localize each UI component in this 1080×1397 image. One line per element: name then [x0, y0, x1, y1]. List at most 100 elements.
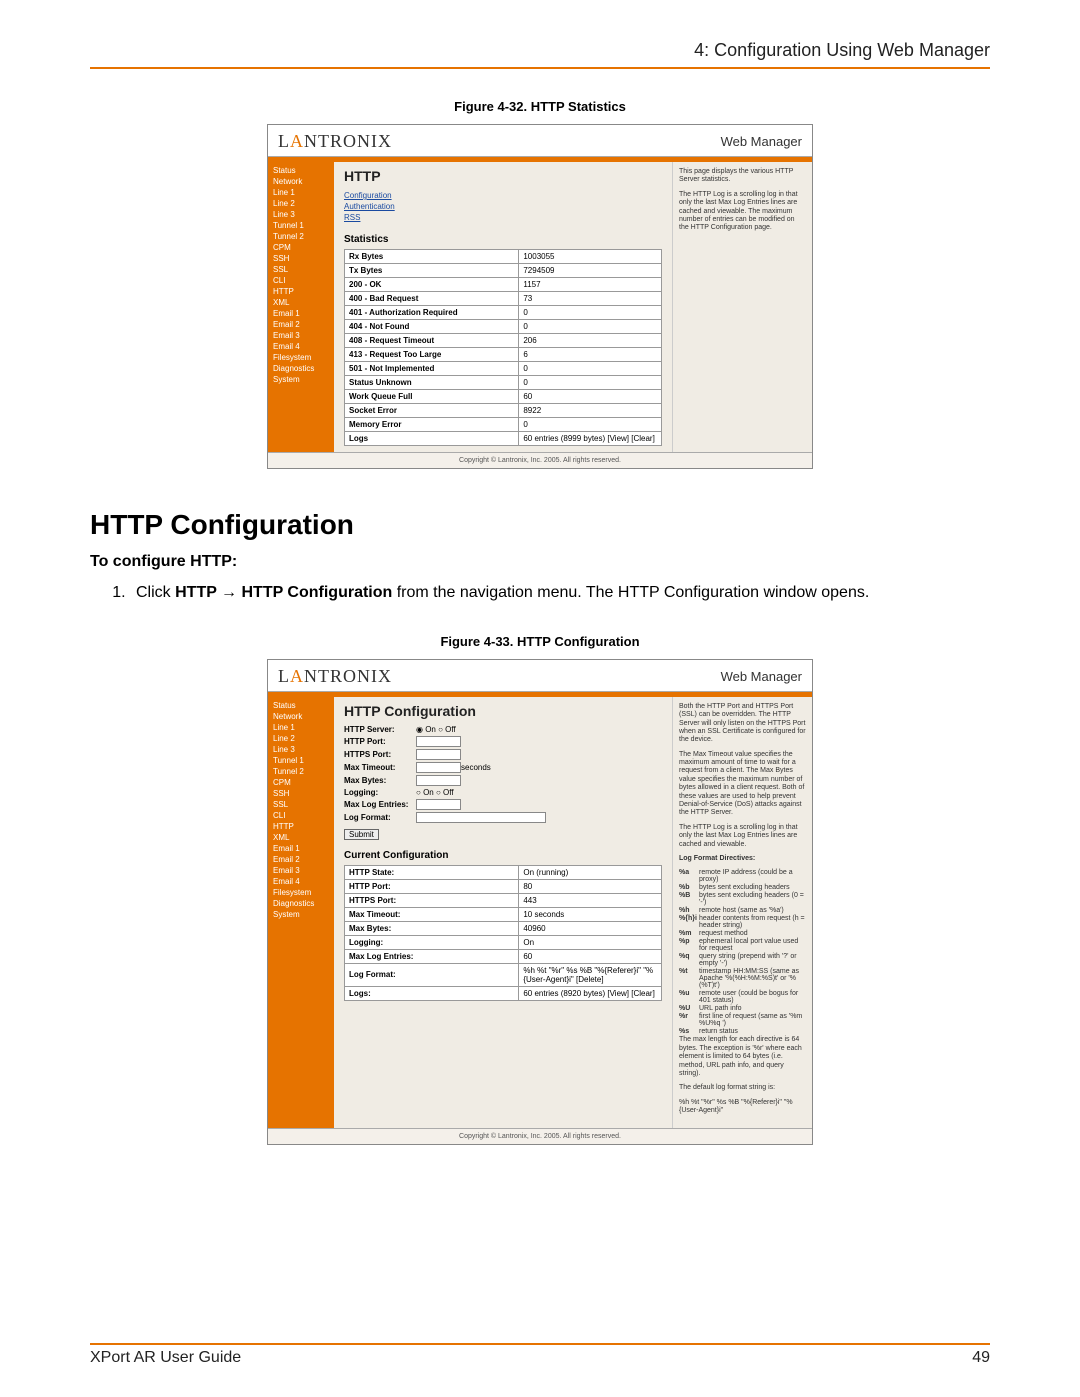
sidebar-item[interactable]: CPM [268, 777, 334, 788]
sidebar-item[interactable]: HTTP [268, 821, 334, 832]
table-row: HTTP Port:80 [345, 879, 662, 893]
submit-button[interactable]: Submit [344, 829, 379, 840]
sidebar-item[interactable]: Status [268, 700, 334, 711]
table-row: HTTPS Port:443 [345, 893, 662, 907]
chapter-header: 4: Configuration Using Web Manager [90, 40, 990, 61]
sidebar-item[interactable]: HTTP [268, 286, 334, 297]
logformat-label: Log Format: [344, 813, 416, 822]
sidebar-item[interactable]: CLI [268, 275, 334, 286]
sidebar-item[interactable]: CLI [268, 810, 334, 821]
logformat-input[interactable] [416, 812, 546, 823]
header-rule [90, 67, 990, 69]
section-title: HTTP Configuration [90, 509, 990, 541]
sidebar-item[interactable]: Line 2 [268, 733, 334, 744]
statistics-table: Rx Bytes1003055Tx Bytes7294509200 - OK11… [344, 249, 662, 446]
sidebar-item[interactable]: SSL [268, 264, 334, 275]
sidebar-item[interactable]: XML [268, 297, 334, 308]
sidebar-item[interactable]: Email 4 [268, 341, 334, 352]
sidebar-item[interactable]: Filesystem [268, 352, 334, 363]
timeout-label: Max Timeout: [344, 763, 416, 772]
figure-caption-2: Figure 4-33. HTTP Configuration [90, 634, 990, 649]
sidebar-item[interactable]: Email 2 [268, 319, 334, 330]
logging-radio[interactable]: ○ On ○ Off [416, 788, 454, 797]
section-subtitle: To configure HTTP: [90, 553, 990, 571]
https-port-input[interactable] [416, 749, 461, 760]
sidebar-item[interactable]: Email 2 [268, 854, 334, 865]
help-panel: Both the HTTP Port and HTTPS Port (SSL) … [672, 697, 812, 1128]
server-radio[interactable]: ◉ On ○ Off [416, 725, 456, 734]
table-row: Logs60 entries (8999 bytes) [View] [Clea… [345, 431, 662, 445]
instruction-step-1: Click HTTP → HTTP Configuration from the… [130, 581, 990, 604]
web-manager-screenshot-2: LANTRONIX Web Manager StatusNetworkLine … [267, 659, 813, 1145]
sidebar-item[interactable]: Email 1 [268, 308, 334, 319]
sidebar-item[interactable]: Email 3 [268, 330, 334, 341]
sidebar-item[interactable]: Diagnostics [268, 898, 334, 909]
sidebar-item[interactable]: SSH [268, 253, 334, 264]
http-port-input[interactable] [416, 736, 461, 747]
instruction-list: Click HTTP → HTTP Configuration from the… [130, 581, 990, 604]
table-row: Max Timeout:10 seconds [345, 907, 662, 921]
web-manager-label: Web Manager [721, 134, 802, 149]
page-number: 49 [972, 1349, 990, 1367]
sidebar-item[interactable]: Line 2 [268, 198, 334, 209]
config-form: HTTP Server:◉ On ○ Off HTTP Port: HTTPS … [344, 725, 662, 840]
sidebar-item[interactable]: Email 4 [268, 876, 334, 887]
table-row: Log Format:%h %t "%r" %s %B "%{Referer}i… [345, 963, 662, 986]
sidebar-item[interactable]: XML [268, 832, 334, 843]
table-row: Tx Bytes7294509 [345, 263, 662, 277]
table-row: 404 - Not Found0 [345, 319, 662, 333]
table-row: 400 - Bad Request73 [345, 291, 662, 305]
table-row: Rx Bytes1003055 [345, 249, 662, 263]
maxbytes-label: Max Bytes: [344, 776, 416, 785]
table-row: Memory Error0 [345, 417, 662, 431]
table-row: 501 - Not Implemented0 [345, 361, 662, 375]
sidebar-item[interactable]: Network [268, 711, 334, 722]
sidebar-item[interactable]: Diagnostics [268, 363, 334, 374]
table-row: Logging:On [345, 935, 662, 949]
sidebar-item[interactable]: Email 1 [268, 843, 334, 854]
copyright-footer: Copyright © Lantronix, Inc. 2005. All ri… [268, 1128, 812, 1144]
sidebar-item[interactable]: Tunnel 2 [268, 231, 334, 242]
web-manager-screenshot-1: LANTRONIX Web Manager StatusNetworkLine … [267, 124, 813, 469]
timeout-input[interactable] [416, 762, 461, 773]
sidebar-item[interactable]: Status [268, 165, 334, 176]
server-label: HTTP Server: [344, 725, 416, 734]
table-row: Logs:60 entries (8920 bytes) [View] [Cle… [345, 986, 662, 1000]
sidebar-item[interactable]: Line 1 [268, 722, 334, 733]
figure-caption-1: Figure 4-32. HTTP Statistics [90, 99, 990, 114]
section-heading: Statistics [344, 234, 662, 245]
sidebar-item[interactable]: CPM [268, 242, 334, 253]
sidebar-item[interactable]: Line 3 [268, 744, 334, 755]
page-footer: XPort AR User Guide 49 [90, 1343, 990, 1367]
sidebar-item[interactable]: SSH [268, 788, 334, 799]
sidebar-item[interactable]: Tunnel 2 [268, 766, 334, 777]
sidebar-item[interactable]: Tunnel 1 [268, 220, 334, 231]
page-title: HTTP Configuration [344, 703, 662, 719]
sidebar-item[interactable]: Network [268, 176, 334, 187]
table-row: Work Queue Full60 [345, 389, 662, 403]
sidebar-item[interactable]: Email 3 [268, 865, 334, 876]
table-row: Max Bytes:40960 [345, 921, 662, 935]
maxlog-input[interactable] [416, 799, 461, 810]
table-row: 200 - OK1157 [345, 277, 662, 291]
sidebar-item[interactable]: System [268, 909, 334, 920]
table-row: 401 - Authorization Required0 [345, 305, 662, 319]
maxlog-label: Max Log Entries: [344, 800, 416, 809]
sidebar-item[interactable]: Line 3 [268, 209, 334, 220]
web-manager-label: Web Manager [721, 669, 802, 684]
maxbytes-input[interactable] [416, 775, 461, 786]
sidebar-item[interactable]: Filesystem [268, 887, 334, 898]
sidebar-nav[interactable]: StatusNetworkLine 1Line 2Line 3Tunnel 1T… [268, 697, 334, 1128]
http-port-label: HTTP Port: [344, 737, 416, 746]
help-panel: This page displays the various HTTP Serv… [672, 162, 812, 452]
sidebar-item[interactable]: SSL [268, 799, 334, 810]
logging-label: Logging: [344, 788, 416, 797]
current-config-table: HTTP State:On (running)HTTP Port:80HTTPS… [344, 865, 662, 1001]
sidebar-item[interactable]: Line 1 [268, 187, 334, 198]
sub-nav-links[interactable]: ConfigurationAuthenticationRSS [344, 190, 662, 224]
sidebar-item[interactable]: Tunnel 1 [268, 755, 334, 766]
sidebar-nav[interactable]: StatusNetworkLine 1Line 2Line 3Tunnel 1T… [268, 162, 334, 452]
sidebar-item[interactable]: System [268, 374, 334, 385]
copyright-footer: Copyright © Lantronix, Inc. 2005. All ri… [268, 452, 812, 468]
current-config-heading: Current Configuration [344, 850, 662, 861]
